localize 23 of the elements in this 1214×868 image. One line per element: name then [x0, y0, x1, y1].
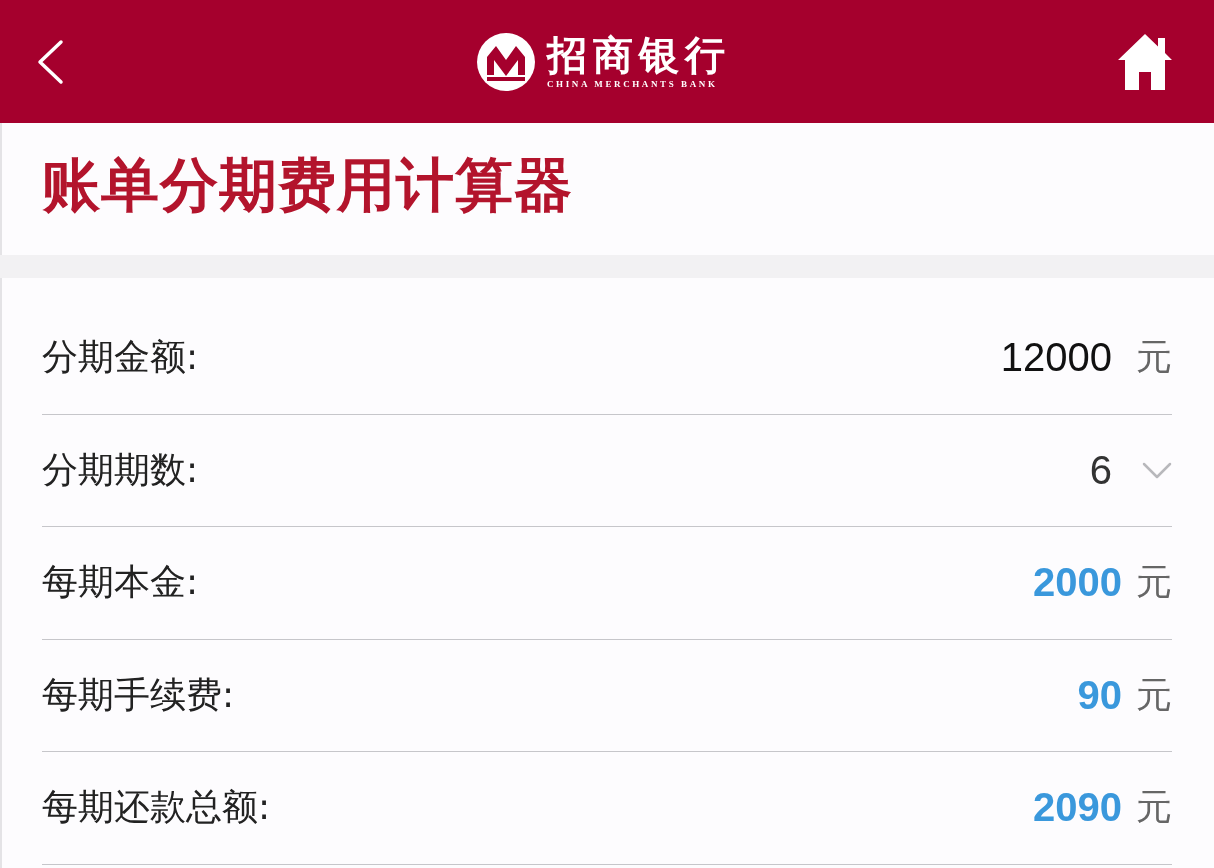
unit-label: 元 [1136, 785, 1172, 830]
brand-subtitle: CHINA MERCHANTS BANK [547, 79, 718, 90]
result-value: 90 [1077, 672, 1122, 718]
period-select[interactable]: 6 [1089, 447, 1172, 493]
field-label: 分期期数: [42, 447, 199, 492]
back-button[interactable] [36, 38, 64, 85]
field-label: 分期金额: [42, 335, 199, 380]
home-button[interactable] [1118, 33, 1172, 90]
result-value: 2090 [1033, 785, 1122, 831]
chevron-left-icon [36, 38, 64, 85]
brand-name: 招商银行 [547, 33, 731, 77]
page-title: 账单分期费用计算器 [42, 150, 573, 221]
unit-label: 元 [1136, 560, 1172, 605]
result-value: 2000 [1033, 560, 1122, 606]
field-label: 每期还款总额: [42, 785, 271, 830]
chevron-down-icon [1142, 461, 1172, 479]
logo-icon [477, 32, 535, 91]
unit-label: 元 [1136, 335, 1172, 380]
unit-label: 元 [1136, 672, 1172, 717]
field-label: 每期本金: [42, 560, 199, 605]
home-icon [1118, 33, 1172, 90]
field-label: 每期手续费: [42, 672, 235, 717]
amount-input-field[interactable]: 12000 [972, 335, 1112, 381]
